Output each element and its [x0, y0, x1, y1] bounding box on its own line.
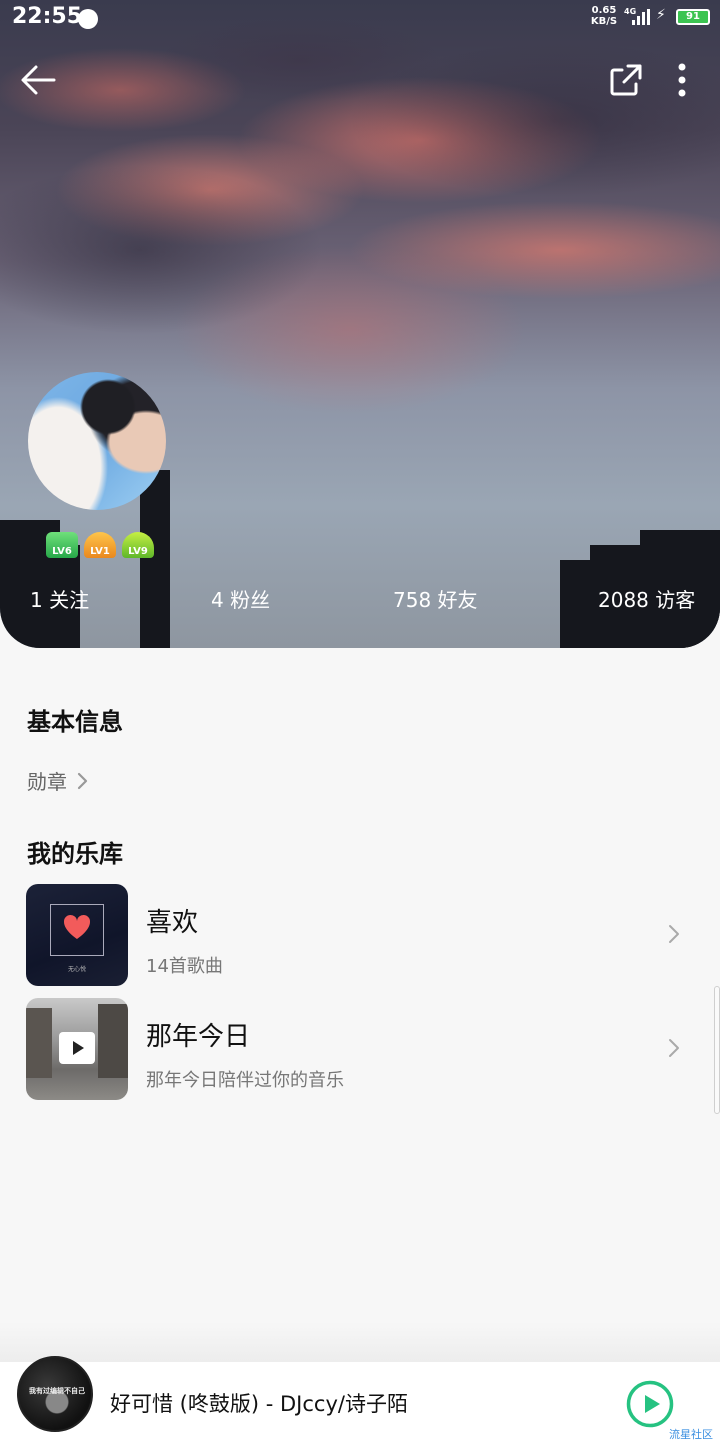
battery-indicator: 91	[676, 9, 710, 25]
profile-page: 22:55 0.65KB/S 4G ⚡ 91 LV6 LV1 LV9 1 关注	[0, 0, 720, 1440]
share-button[interactable]	[602, 56, 650, 104]
play-icon	[59, 1032, 95, 1064]
now-playing-title[interactable]: 好可惜 (咚鼓版) - DJccy/诗子陌	[110, 1388, 408, 1418]
favorites-cover: 无心悦	[26, 884, 128, 986]
fans-count[interactable]: 4 粉丝	[211, 584, 270, 613]
watermark: 流星社区	[669, 1428, 713, 1440]
profile-header-background: 22:55 0.65KB/S 4G ⚡ 91 LV6 LV1 LV9 1 关注	[0, 0, 720, 648]
back-button[interactable]	[14, 56, 62, 104]
on-this-day-cover	[26, 998, 128, 1100]
level-badges: LV6 LV1 LV9	[46, 532, 154, 558]
album-disc-text: 我有过编辑不自己	[29, 1387, 85, 1395]
avatar[interactable]	[28, 372, 166, 510]
level-badge-3[interactable]: LV9	[122, 532, 154, 558]
arrow-left-icon	[21, 65, 56, 95]
profile-stats: 1 关注 4 粉丝 758 好友 2088 访客	[0, 584, 720, 616]
charging-icon: ⚡	[656, 7, 666, 23]
status-bar: 22:55 0.65 KB/S 4G ⚡ 91	[0, 0, 720, 36]
more-vertical-icon	[678, 63, 686, 97]
visitors-count[interactable]: 2088 访客	[598, 584, 695, 613]
following-count[interactable]: 1 关注	[30, 584, 89, 613]
library-item-on-this-day[interactable]: 那年今日 那年今日陪伴过你的音乐	[26, 998, 690, 1100]
library-item-name: 喜欢	[146, 908, 199, 938]
medal-link[interactable]: 勋章	[27, 766, 89, 795]
chevron-right-icon	[77, 772, 88, 789]
library-item-subtitle: 14首歌曲	[146, 956, 223, 977]
library-item-subtitle: 那年今日陪伴过你的音乐	[146, 1070, 344, 1091]
chevron-right-icon	[669, 1039, 679, 1057]
medal-label: 勋章	[27, 770, 67, 794]
signal-icon	[632, 9, 652, 25]
chevron-right-icon	[669, 925, 679, 943]
album-disc[interactable]: 我有过编辑不自己	[17, 1356, 93, 1432]
my-library-title: 我的乐库	[27, 840, 123, 868]
play-circle-icon	[626, 1380, 674, 1428]
basic-info-title: 基本信息	[27, 708, 123, 736]
favorites-cover-caption: 无心悦	[67, 966, 86, 973]
level-badge-1[interactable]: LV6	[46, 532, 78, 558]
more-options-button[interactable]	[658, 56, 706, 104]
scrollbar[interactable]	[714, 986, 720, 1114]
library-item-name: 那年今日	[146, 1022, 251, 1052]
level-badge-2[interactable]: LV1	[84, 532, 116, 558]
heart-icon	[63, 914, 91, 939]
status-time: 22:55	[12, 4, 83, 29]
library-item-favorites[interactable]: 无心悦 喜欢 14首歌曲	[26, 884, 690, 986]
notification-icon	[78, 9, 98, 29]
share-external-icon	[610, 64, 642, 96]
network-speed: 0.65 KB/S	[590, 5, 618, 27]
mini-player[interactable]: 我有过编辑不自己 好可惜 (咚鼓版) - DJccy/诗子陌	[0, 1322, 720, 1440]
friends-count[interactable]: 758 好友	[393, 584, 478, 613]
play-button[interactable]	[626, 1380, 674, 1428]
